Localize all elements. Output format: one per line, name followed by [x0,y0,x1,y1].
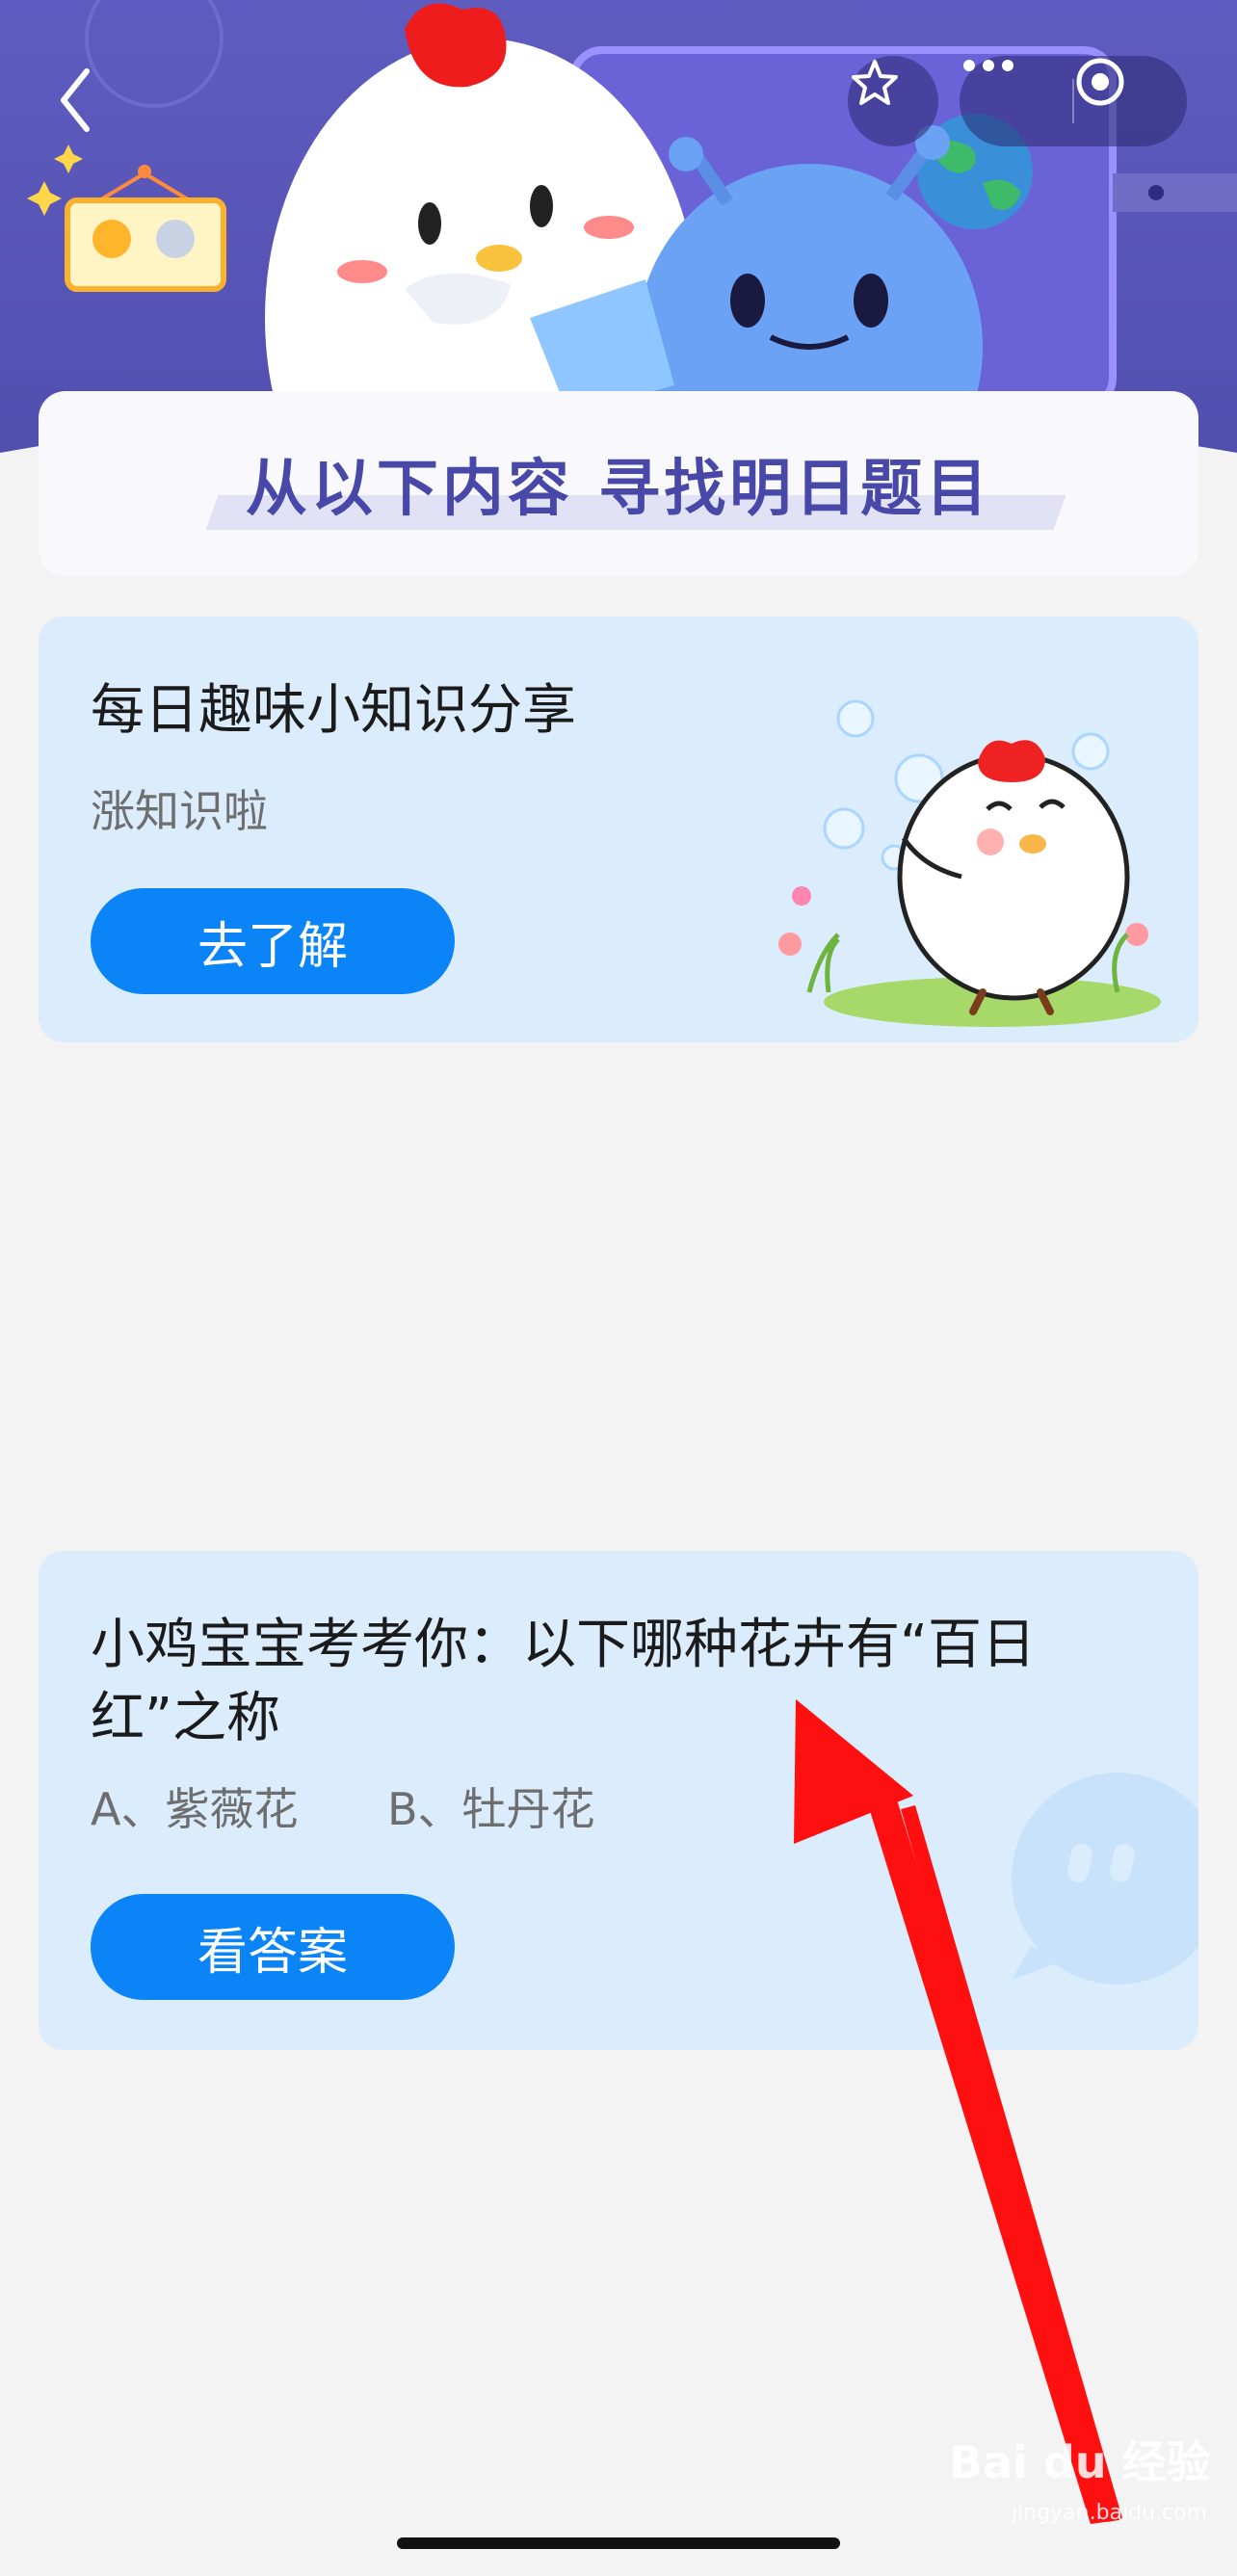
chevron-left-icon [61,68,90,132]
more-dots-icon [963,60,1013,71]
knowledge-card-subtitle: 涨知识啦 [91,785,268,837]
back-button[interactable] [48,62,106,139]
baidu-jingyan-watermark: Bai du 经验 [949,2436,1211,2488]
question-card: 小鸡宝宝考考你：以下哪种花卉有“百日红”之称 A、紫薇花 B、牡丹花 看答案 [39,1551,1198,2050]
option-b: B、牡丹花 [387,1783,595,1835]
chat-bubble-decoration-icon [1012,1773,1198,1985]
watermark-url: jingyan.baidu.com [1012,2501,1208,2525]
target-circle-icon [1076,58,1124,106]
banner-title: 从以下内容 寻找明日题目 [245,454,992,525]
star-icon [852,60,898,105]
home-indicator[interactable] [397,2537,840,2549]
view-answer-button[interactable]: 看答案 [91,1894,455,2000]
more-button[interactable] [960,56,1073,146]
knowledge-card-title: 每日趣味小知识分享 [91,679,576,742]
chicken-bubbles-illustration [778,699,1161,1027]
close-mini-program-button[interactable] [1074,56,1187,146]
question-text: 小鸡宝宝考考你：以下哪种花卉有“百日红”之称 [91,1614,1037,1749]
mini-program-capsule [960,56,1187,146]
section-banner: 从以下内容 寻找明日题目 [39,391,1198,576]
knowledge-card[interactable]: 每日趣味小知识分享 涨知识啦 去了解 [39,617,1198,1042]
favorite-button[interactable] [848,56,938,146]
option-a: A、紫薇花 [91,1783,299,1835]
learn-more-button[interactable]: 去了解 [91,888,455,994]
